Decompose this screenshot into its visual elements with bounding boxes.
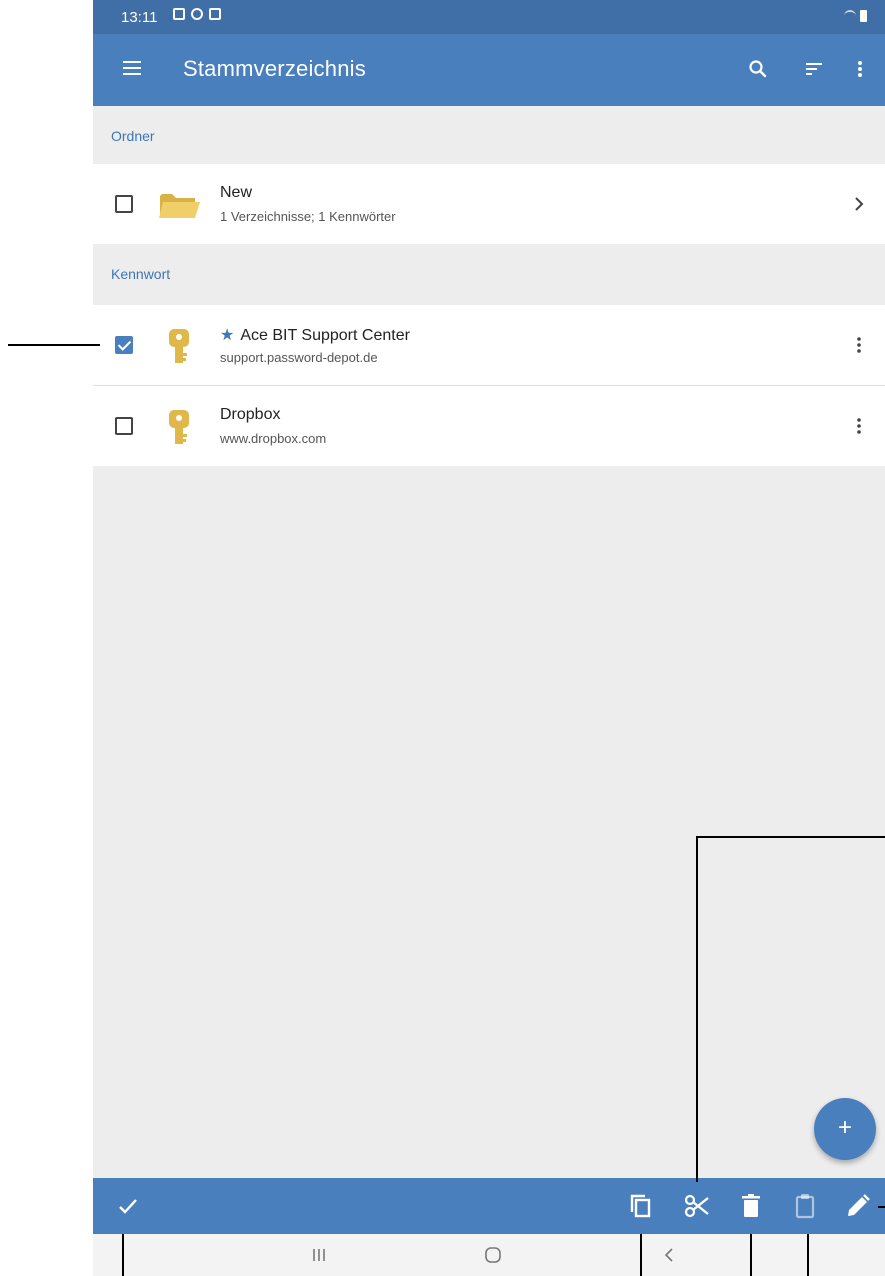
- check-icon[interactable]: [113, 1191, 143, 1221]
- play-notification-icon: [209, 8, 221, 20]
- list-item-password[interactable]: Dropbox www.dropbox.com: [93, 386, 885, 466]
- star-icon: ★: [220, 327, 235, 344]
- password-url: support.password-depot.de: [220, 350, 378, 365]
- password-title: Dropbox: [220, 406, 281, 423]
- list-item-password[interactable]: ★ Ace BIT Support Center support.password…: [93, 305, 885, 385]
- folder-title: New: [220, 184, 253, 201]
- callout-line: [122, 1234, 124, 1276]
- more-vert-icon[interactable]: [847, 331, 871, 359]
- recents-icon[interactable]: [304, 1242, 334, 1268]
- section-header-passwords: Kennwort: [93, 244, 885, 302]
- password-checkbox-checked[interactable]: [115, 336, 133, 354]
- list-item-folder[interactable]: New 1 Verzeichnisse; 1 Kennwörter: [93, 164, 885, 244]
- folder-checkbox[interactable]: [115, 195, 133, 213]
- section-header-folders: Ordner: [93, 106, 885, 164]
- home-icon[interactable]: [478, 1242, 508, 1268]
- callout-line: [878, 1206, 885, 1208]
- copy-icon[interactable]: [626, 1191, 656, 1221]
- section-label: Ordner: [111, 128, 155, 144]
- password-title: ★ Ace BIT Support Center: [220, 325, 410, 345]
- callout-line: [8, 344, 100, 346]
- key-icon: [169, 410, 189, 444]
- status-bar: 13:11: [93, 0, 885, 34]
- callout-line: [696, 836, 885, 838]
- callout-line: [750, 1234, 752, 1276]
- wifi-icon: [844, 10, 856, 22]
- more-vert-icon[interactable]: [847, 412, 871, 440]
- scissors-icon[interactable]: [682, 1191, 712, 1221]
- search-icon[interactable]: [743, 54, 773, 84]
- system-navigation-bar: [93, 1234, 885, 1276]
- phone-screen: 13:11 Stammverzeichnis Ordner New 1 Verz…: [93, 0, 885, 1276]
- chevron-right-icon[interactable]: [847, 190, 871, 218]
- trash-icon[interactable]: [736, 1191, 766, 1221]
- folder-icon: [159, 194, 200, 218]
- callout-line: [696, 836, 698, 1182]
- back-icon[interactable]: [655, 1242, 685, 1268]
- app-bar: Stammverzeichnis: [93, 34, 885, 106]
- folder-subtitle: 1 Verzeichnisse; 1 Kennwörter: [220, 209, 396, 224]
- system-icons: [844, 10, 867, 22]
- notification-icons: [173, 8, 221, 20]
- section-label: Kennwort: [111, 266, 171, 282]
- battery-icon: [860, 10, 867, 22]
- status-time: 13:11: [121, 9, 158, 26]
- password-url: www.dropbox.com: [220, 431, 327, 446]
- clipboard-icon[interactable]: [790, 1191, 820, 1221]
- more-vert-icon[interactable]: [845, 54, 875, 84]
- callout-line: [640, 1234, 642, 1276]
- pencil-icon[interactable]: [843, 1191, 873, 1221]
- password-checkbox[interactable]: [115, 417, 133, 435]
- sort-icon[interactable]: [799, 54, 829, 84]
- password-title-text: Ace BIT Support Center: [240, 327, 410, 344]
- key-icon: [169, 329, 189, 363]
- page-title: Stammverzeichnis: [183, 56, 366, 81]
- selection-action-bar: [93, 1178, 885, 1234]
- gallery-notification-icon: [173, 8, 185, 20]
- callout-line: [807, 1234, 809, 1276]
- sync-notification-icon: [191, 8, 203, 20]
- add-button[interactable]: +: [814, 1098, 876, 1160]
- menu-icon[interactable]: [123, 61, 141, 75]
